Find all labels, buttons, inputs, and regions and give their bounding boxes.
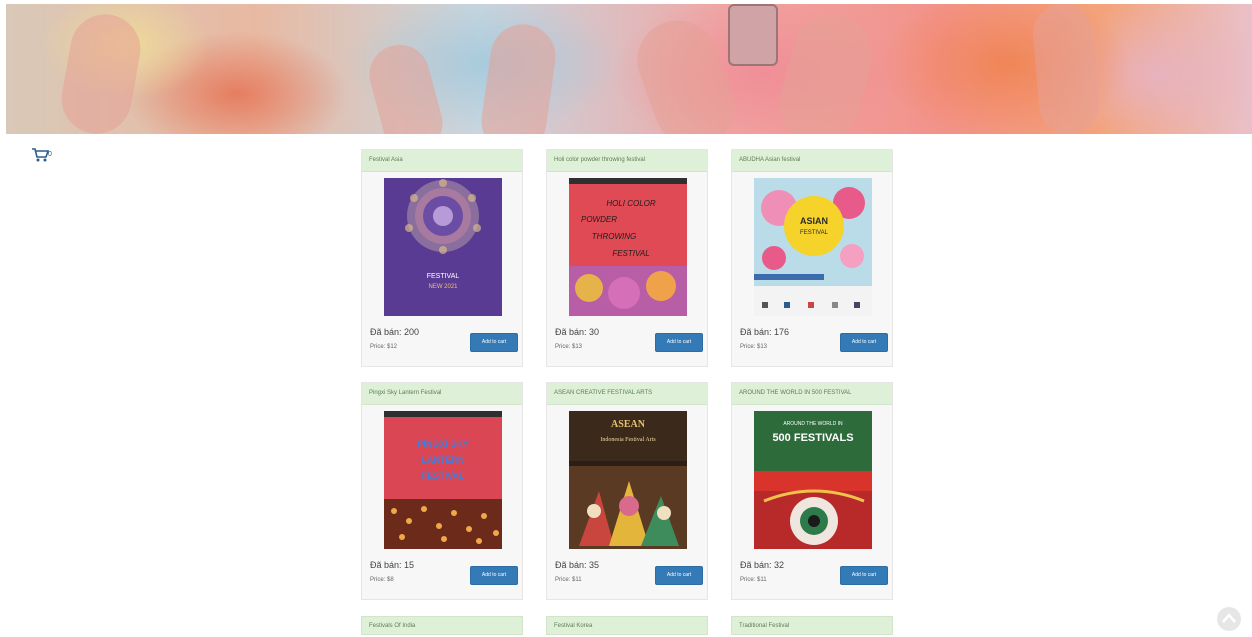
product-image[interactable]: AROUND THE WORLD IN 500 FESTIVALS bbox=[754, 411, 872, 549]
product-card: AROUND THE WORLD IN 500 FESTIVAL AROUND … bbox=[731, 382, 893, 600]
product-price: Price: $11 bbox=[740, 577, 767, 583]
svg-text:500 FESTIVALS: 500 FESTIVALS bbox=[772, 432, 853, 444]
product-price: Price: $13 bbox=[555, 344, 583, 350]
svg-text:Indonesia Festival Arts: Indonesia Festival Arts bbox=[600, 437, 656, 443]
svg-text:THROWING: THROWING bbox=[592, 232, 636, 241]
svg-text:AROUND THE WORLD IN: AROUND THE WORLD IN bbox=[783, 421, 843, 427]
svg-text:HOLI COLOR: HOLI COLOR bbox=[606, 199, 656, 208]
product-image[interactable]: ASIAN FESTIVAL bbox=[754, 178, 872, 316]
cart-count: 0 bbox=[48, 151, 52, 158]
product-image[interactable]: ASEAN Indonesia Festival Arts bbox=[569, 411, 687, 549]
add-to-cart-button[interactable]: Add to cart bbox=[655, 333, 703, 352]
shopping-cart-icon[interactable]: 0 bbox=[31, 147, 55, 163]
svg-text:PINGXI SKY: PINGXI SKY bbox=[417, 439, 469, 449]
product-card: Holi color powder throwing festival HOLI… bbox=[546, 149, 708, 367]
phone-in-banner bbox=[728, 4, 778, 66]
product-title[interactable]: Festivals Of India bbox=[361, 616, 523, 635]
add-to-cart-button[interactable]: Add to cart bbox=[470, 333, 518, 352]
product-price: Price: $8 bbox=[370, 577, 394, 583]
scroll-to-top-icon[interactable] bbox=[1215, 606, 1243, 632]
sold-count: Đã bán: 35 bbox=[555, 560, 600, 570]
product-title: AROUND THE WORLD IN 500 FESTIVAL bbox=[732, 383, 892, 405]
product-price: Price: $13 bbox=[740, 344, 768, 350]
add-to-cart-button[interactable]: Add to cart bbox=[840, 333, 888, 352]
svg-text:ASEAN: ASEAN bbox=[611, 419, 646, 430]
product-image[interactable]: FESTIVAL NEW 2021 bbox=[384, 178, 502, 316]
product-title[interactable]: Festival Korea bbox=[546, 616, 708, 635]
svg-text:NEW 2021: NEW 2021 bbox=[428, 284, 458, 290]
product-card: Festival Asia FESTIVAL NEW 2021 Đã bán: … bbox=[361, 149, 523, 367]
product-title: Pingxi Sky Lantern Festival bbox=[362, 383, 522, 405]
svg-text:FESTIVAL: FESTIVAL bbox=[800, 230, 829, 236]
product-image[interactable]: HOLI COLOR POWDER THROWING FESTIVAL bbox=[569, 178, 687, 316]
product-card: Pingxi Sky Lantern Festival PINGXI SKY L… bbox=[361, 382, 523, 600]
svg-text:POWDER: POWDER bbox=[581, 215, 617, 224]
add-to-cart-button[interactable]: Add to cart bbox=[840, 566, 888, 585]
sold-count: Đã bán: 176 bbox=[740, 327, 790, 337]
svg-text:LANTERN: LANTERN bbox=[422, 455, 465, 465]
product-price: Price: $12 bbox=[370, 344, 398, 350]
svg-text:FESTIVAL: FESTIVAL bbox=[612, 249, 649, 258]
product-price: Price: $11 bbox=[555, 577, 582, 583]
product-title[interactable]: Traditional Festival bbox=[731, 616, 893, 635]
sold-count: Đã bán: 32 bbox=[740, 560, 785, 570]
sold-count: Đã bán: 15 bbox=[370, 560, 415, 570]
svg-text:ASIAN: ASIAN bbox=[800, 216, 828, 226]
svg-text:FESTIVAL: FESTIVAL bbox=[422, 471, 465, 481]
product-title: Festival Asia bbox=[362, 150, 522, 172]
hero-banner bbox=[6, 4, 1252, 134]
add-to-cart-button[interactable]: Add to cart bbox=[470, 566, 518, 585]
product-title: Holi color powder throwing festival bbox=[547, 150, 707, 172]
product-card: ASEAN CREATIVE FESTIVAL ARTS ASEAN Indon… bbox=[546, 382, 708, 600]
product-title: ABUDHA Asian festival bbox=[732, 150, 892, 172]
product-image[interactable]: PINGXI SKY LANTERN FESTIVAL bbox=[384, 411, 502, 549]
sold-count: Đã bán: 30 bbox=[555, 327, 600, 337]
svg-text:FESTIVAL: FESTIVAL bbox=[427, 273, 460, 280]
add-to-cart-button[interactable]: Add to cart bbox=[655, 566, 703, 585]
product-card: ABUDHA Asian festival ASIAN FESTIVAL Đã bbox=[731, 149, 893, 367]
product-title: ASEAN CREATIVE FESTIVAL ARTS bbox=[547, 383, 707, 405]
sold-count: Đã bán: 200 bbox=[370, 327, 420, 337]
